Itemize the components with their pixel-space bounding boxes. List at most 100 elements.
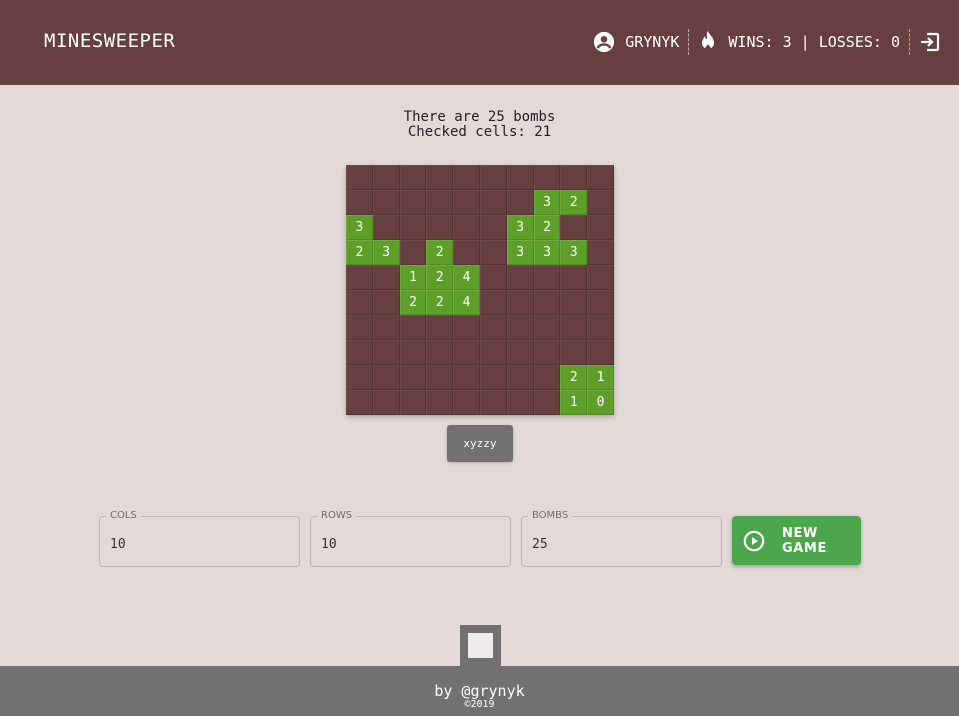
hidden-cell[interactable] (372, 390, 400, 415)
rows-field[interactable]: ROWS (310, 510, 511, 567)
hidden-cell[interactable] (479, 390, 507, 415)
hidden-cell[interactable] (533, 165, 561, 190)
hidden-cell[interactable] (372, 290, 400, 315)
revealed-cell[interactable]: 2 (533, 215, 561, 240)
revealed-cell[interactable]: 2 (426, 240, 454, 265)
revealed-cell[interactable]: 2 (426, 290, 454, 315)
hidden-cell[interactable] (506, 390, 534, 415)
hidden-cell[interactable] (426, 365, 454, 390)
hidden-cell[interactable] (346, 390, 373, 415)
cols-input[interactable] (110, 537, 280, 552)
hidden-cell[interactable] (426, 165, 454, 190)
hidden-cell[interactable] (399, 165, 427, 190)
hidden-cell[interactable] (479, 240, 507, 265)
hidden-cell[interactable] (479, 315, 507, 340)
hidden-cell[interactable] (426, 215, 454, 240)
hidden-cell[interactable] (399, 365, 427, 390)
revealed-cell[interactable]: 3 (560, 240, 588, 265)
hidden-cell[interactable] (479, 190, 507, 215)
revealed-cell[interactable]: 2 (346, 240, 373, 265)
revealed-cell[interactable]: 2 (560, 365, 588, 390)
revealed-cell[interactable]: 1 (399, 265, 427, 290)
hidden-cell[interactable] (560, 315, 588, 340)
hidden-cell[interactable] (453, 315, 480, 340)
revealed-cell[interactable]: 3 (533, 190, 561, 215)
hidden-cell[interactable] (453, 390, 480, 415)
hidden-cell[interactable] (587, 215, 614, 240)
hidden-cell[interactable] (560, 165, 588, 190)
hidden-cell[interactable] (587, 190, 614, 215)
hidden-cell[interactable] (479, 340, 507, 365)
hidden-cell[interactable] (399, 215, 427, 240)
xyzzy-button[interactable]: xyzzy (447, 425, 513, 462)
hidden-cell[interactable] (533, 340, 561, 365)
hidden-cell[interactable] (506, 365, 534, 390)
hidden-cell[interactable] (453, 340, 480, 365)
revealed-cell[interactable]: 3 (346, 215, 373, 240)
hidden-cell[interactable] (587, 340, 614, 365)
revealed-cell[interactable]: 2 (399, 290, 427, 315)
hidden-cell[interactable] (587, 240, 614, 265)
bombs-input[interactable] (532, 537, 702, 552)
hidden-cell[interactable] (506, 265, 534, 290)
account-circle-icon[interactable] (593, 31, 615, 53)
hidden-cell[interactable] (560, 215, 588, 240)
hidden-cell[interactable] (372, 315, 400, 340)
hidden-cell[interactable] (426, 315, 454, 340)
hidden-cell[interactable] (533, 315, 561, 340)
hidden-cell[interactable] (587, 265, 614, 290)
hidden-cell[interactable] (372, 165, 400, 190)
hidden-cell[interactable] (399, 190, 427, 215)
hidden-cell[interactable] (533, 365, 561, 390)
hidden-cell[interactable] (506, 165, 534, 190)
hidden-cell[interactable] (587, 315, 614, 340)
hidden-cell[interactable] (426, 190, 454, 215)
hidden-cell[interactable] (453, 190, 480, 215)
revealed-cell[interactable]: 3 (372, 240, 400, 265)
hidden-cell[interactable] (346, 315, 373, 340)
hidden-cell[interactable] (506, 290, 534, 315)
hidden-cell[interactable] (346, 340, 373, 365)
revealed-cell[interactable]: 2 (560, 190, 588, 215)
hidden-cell[interactable] (479, 215, 507, 240)
hidden-cell[interactable] (372, 365, 400, 390)
hidden-cell[interactable] (372, 190, 400, 215)
hidden-cell[interactable] (346, 290, 373, 315)
hidden-cell[interactable] (533, 265, 561, 290)
hidden-cell[interactable] (560, 265, 588, 290)
revealed-cell[interactable]: 3 (506, 240, 534, 265)
bombs-field[interactable]: BOMBS (521, 510, 722, 567)
revealed-cell[interactable]: 1 (587, 365, 614, 390)
logout-icon[interactable] (919, 31, 941, 53)
revealed-cell[interactable]: 1 (560, 390, 588, 415)
hidden-cell[interactable] (372, 340, 400, 365)
revealed-cell[interactable]: 3 (533, 240, 561, 265)
revealed-cell[interactable]: 0 (587, 390, 614, 415)
hidden-cell[interactable] (399, 390, 427, 415)
hidden-cell[interactable] (426, 340, 454, 365)
hidden-cell[interactable] (479, 265, 507, 290)
hidden-cell[interactable] (479, 365, 507, 390)
hidden-cell[interactable] (399, 340, 427, 365)
hidden-cell[interactable] (426, 390, 454, 415)
hidden-cell[interactable] (346, 365, 373, 390)
hidden-cell[interactable] (346, 265, 373, 290)
hidden-cell[interactable] (560, 340, 588, 365)
hidden-cell[interactable] (533, 390, 561, 415)
hidden-cell[interactable] (587, 165, 614, 190)
revealed-cell[interactable]: 2 (426, 265, 454, 290)
hidden-cell[interactable] (399, 315, 427, 340)
hidden-cell[interactable] (587, 290, 614, 315)
cols-field[interactable]: COLS (99, 510, 300, 567)
hidden-cell[interactable] (506, 340, 534, 365)
hidden-cell[interactable] (453, 215, 480, 240)
new-game-button[interactable]: NEW GAME (732, 516, 861, 565)
hidden-cell[interactable] (560, 290, 588, 315)
hidden-cell[interactable] (346, 190, 373, 215)
hidden-cell[interactable] (399, 240, 427, 265)
hidden-cell[interactable] (479, 165, 507, 190)
footer-toggle-tab[interactable] (460, 625, 501, 667)
hidden-cell[interactable] (479, 290, 507, 315)
hidden-cell[interactable] (453, 365, 480, 390)
hidden-cell[interactable] (533, 290, 561, 315)
